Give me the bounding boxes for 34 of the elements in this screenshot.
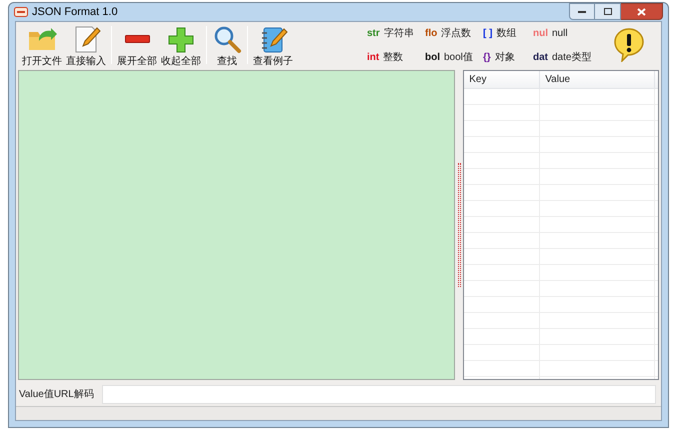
url-decode-label: Value值URL解码	[19, 388, 94, 402]
type-tag: str	[367, 26, 380, 40]
type-tag: bol	[425, 50, 440, 64]
url-decode-field[interactable]	[102, 384, 656, 404]
toolbar-button[interactable]: 查看例子	[251, 24, 295, 66]
column-header[interactable]: Key	[464, 71, 540, 88]
type-label: 字符串	[384, 26, 414, 40]
app-icon	[14, 7, 28, 17]
type-label: 数组	[496, 26, 516, 40]
type-label: 对象	[494, 50, 515, 64]
type-label: 浮点数	[441, 26, 472, 40]
window-title: JSON Format 1.0	[32, 4, 118, 20]
type-label: 整数	[383, 50, 404, 64]
column-header[interactable]: Value	[540, 71, 656, 88]
type-tag: int	[367, 50, 380, 64]
type-label: null	[552, 26, 568, 40]
maximize-button[interactable]	[595, 3, 621, 20]
toolbar-button[interactable]: 打开文件	[20, 24, 64, 66]
toolbar-button[interactable]: 查找	[210, 24, 244, 66]
minus-icon	[124, 34, 150, 42]
type-tag: {}	[483, 50, 491, 64]
type-label: date类型	[552, 50, 592, 64]
close-icon	[637, 8, 646, 16]
type-tag: dat	[533, 50, 548, 64]
minimize-button[interactable]	[569, 3, 595, 20]
type-tag: nul	[533, 26, 548, 40]
type-tag: flo	[425, 26, 438, 40]
toolbar-button[interactable]: 收起全部	[159, 24, 203, 66]
toolbar-button[interactable]: 直接输入	[64, 24, 108, 66]
toolbar-button[interactable]: 展开全部	[115, 24, 159, 66]
warning-icon	[613, 28, 645, 62]
type-tag: [ ]	[483, 26, 492, 40]
type-label: bool值	[444, 50, 473, 64]
close-button[interactable]	[621, 3, 663, 20]
